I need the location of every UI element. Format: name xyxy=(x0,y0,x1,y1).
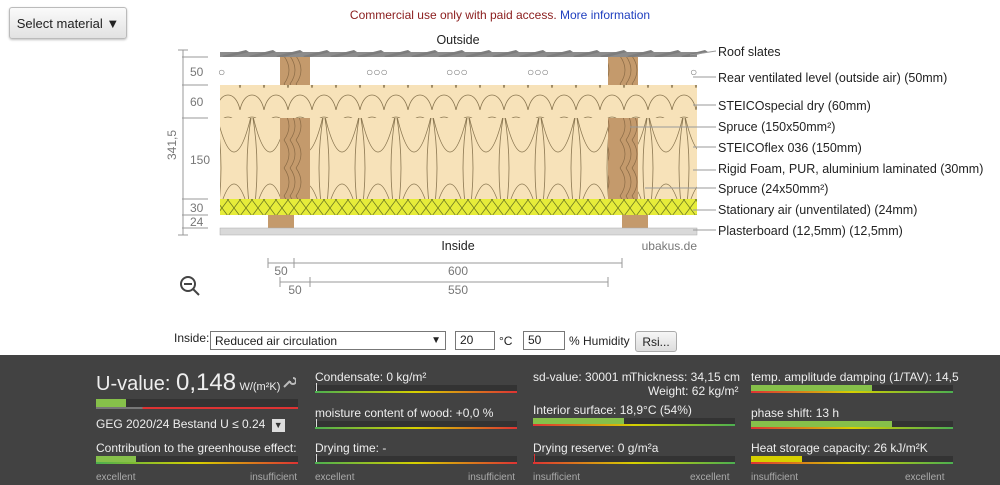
layer-thickness: 60 xyxy=(190,95,204,109)
phase-shift-bar xyxy=(751,421,953,429)
vent-mark: ○ xyxy=(218,65,225,79)
heat-storage-bar xyxy=(751,456,953,464)
select-arrow-icon: ▼ xyxy=(431,335,441,346)
scale-insufficient: insufficient xyxy=(468,472,516,483)
geg-requirement: GEG 2020/24 Bestand U ≤ 0.24 ▼ xyxy=(96,417,285,432)
layer-thickness: 50 xyxy=(190,65,204,79)
layer-label-steico-special: STEICOspecial dry (60mm) xyxy=(718,99,871,113)
temperature-unit: °C xyxy=(499,333,513,348)
layer-label-spruce-small: Spruce (24x50mm²) xyxy=(718,182,828,196)
interior-surface-label: Interior surface: 18,9°C (54%) xyxy=(533,403,692,417)
u-value-unit: W/(m²K) xyxy=(239,381,281,393)
rsi-button[interactable]: Rsi... xyxy=(635,331,677,352)
u-value-display: U-value: 0,148 W/(m²K) xyxy=(96,369,280,397)
humidity-unit: % Humidity xyxy=(569,333,630,348)
layer-label-rigid-foam: Rigid Foam, PUR, aluminium laminated (30… xyxy=(718,162,983,176)
phase-shift-label: phase shift: 13 h xyxy=(751,406,840,420)
scale-insufficient: insufficient xyxy=(751,472,799,483)
bottom-dim: 550 xyxy=(448,283,468,297)
air-circulation-value: Reduced air circulation xyxy=(215,333,338,348)
batten-left-grain xyxy=(280,57,310,85)
vent-mark: ○○○ xyxy=(527,65,549,79)
vent-mark: ○○○ xyxy=(446,65,468,79)
scale-excellent: excellent xyxy=(690,472,730,483)
bottom-dimension-lines xyxy=(267,258,623,287)
results-panel: U-value: 0,148 W/(m²K) GEG 2020/24 Besta… xyxy=(0,355,1000,485)
heat-storage-label: Heat storage capacity: 26 kJ/m²K xyxy=(751,441,928,455)
thickness-label: Thickness: 34,15 cm xyxy=(630,370,741,384)
u-value-label: U-value: xyxy=(96,373,177,395)
layer-thickness: 24 xyxy=(190,215,204,229)
scale-insufficient: insufficient xyxy=(250,472,298,483)
drying-reserve-bar xyxy=(533,454,735,464)
rafter-left-grain xyxy=(280,118,310,199)
scale-insufficient: insufficient xyxy=(533,472,581,483)
rafter-right-grain xyxy=(608,118,638,199)
damping-label: temp. amplitude damping (1/TAV): 14,5 xyxy=(751,370,959,384)
u-value-number: 0,148 xyxy=(176,369,237,396)
layer-thickness: 150 xyxy=(190,153,210,167)
humidity-input[interactable]: 50 xyxy=(523,331,565,350)
condensate-bar xyxy=(315,383,517,393)
moisture-label: moisture content of wood: +0,0 % xyxy=(315,406,494,420)
layer-label-steico-flex: STEICOflex 036 (150mm) xyxy=(718,141,862,155)
vent-mark: ○○○ xyxy=(366,65,388,79)
temperature-input[interactable]: 20 xyxy=(455,331,495,350)
weight-label: Weight: 62 kg/m² xyxy=(648,384,739,398)
watermark: ubakus.de xyxy=(642,239,698,253)
layer-label-roof-slates: Roof slates xyxy=(718,45,781,59)
layer-label-stationary-air: Stationary air (unventilated) (24mm) xyxy=(718,203,917,217)
wrench-icon[interactable] xyxy=(282,375,297,389)
steico-special-texture xyxy=(220,85,697,118)
drying-time-bar xyxy=(315,454,517,464)
batten-right-grain xyxy=(608,57,638,85)
lower-batten-left xyxy=(268,215,294,228)
layer-label-plasterboard: Plasterboard (12,5mm) (12,5mm) xyxy=(718,224,903,238)
bottom-dim: 600 xyxy=(448,264,468,278)
layer-thickness: 30 xyxy=(190,201,204,215)
layer-label-ventilated: Rear ventilated level (outside air) (50m… xyxy=(718,71,947,85)
roof-cross-section: Outside ○ ○○○ ○○○ ○○○ ○ Inside ubakus.de xyxy=(165,33,983,297)
damping-bar xyxy=(751,385,953,393)
u-value-bar xyxy=(96,399,298,409)
scale-excellent: excellent xyxy=(96,472,136,483)
geg-dropdown-icon[interactable]: ▼ xyxy=(271,419,285,432)
moisture-bar xyxy=(315,419,517,429)
u-value-bar-fill xyxy=(96,399,127,407)
rigid-foam-texture xyxy=(220,199,697,215)
inside-label: Inside xyxy=(441,239,474,253)
greenhouse-label: Contribution to the greenhouse effect: xyxy=(96,441,297,455)
bottom-dim: 50 xyxy=(274,264,288,278)
air-circulation-select[interactable]: Reduced air circulation ▼ xyxy=(210,331,446,350)
outside-label: Outside xyxy=(436,33,479,47)
lower-batten-right xyxy=(622,215,648,228)
condensate-label: Condensate: 0 kg/m² xyxy=(315,370,427,384)
drying-time-label: Drying time: - xyxy=(315,441,387,455)
scale-excellent: excellent xyxy=(905,472,945,483)
sd-value-label: sd-value: 30001 m xyxy=(533,370,632,384)
zoom-out-icon[interactable] xyxy=(180,276,200,296)
plasterboard-layer xyxy=(219,227,698,236)
inside-label-text: Inside: xyxy=(174,331,210,345)
bottom-dim: 50 xyxy=(288,283,302,297)
layer-label-spruce: Spruce (150x50mm²) xyxy=(718,120,835,134)
roof-slates xyxy=(220,50,708,58)
total-thickness-label: 341,5 xyxy=(165,130,179,160)
greenhouse-bar xyxy=(96,456,298,464)
scale-excellent: excellent xyxy=(315,472,355,483)
drying-reserve-label: Drying reserve: 0 g/m²a xyxy=(533,441,659,455)
interior-surface-bar xyxy=(533,418,735,426)
